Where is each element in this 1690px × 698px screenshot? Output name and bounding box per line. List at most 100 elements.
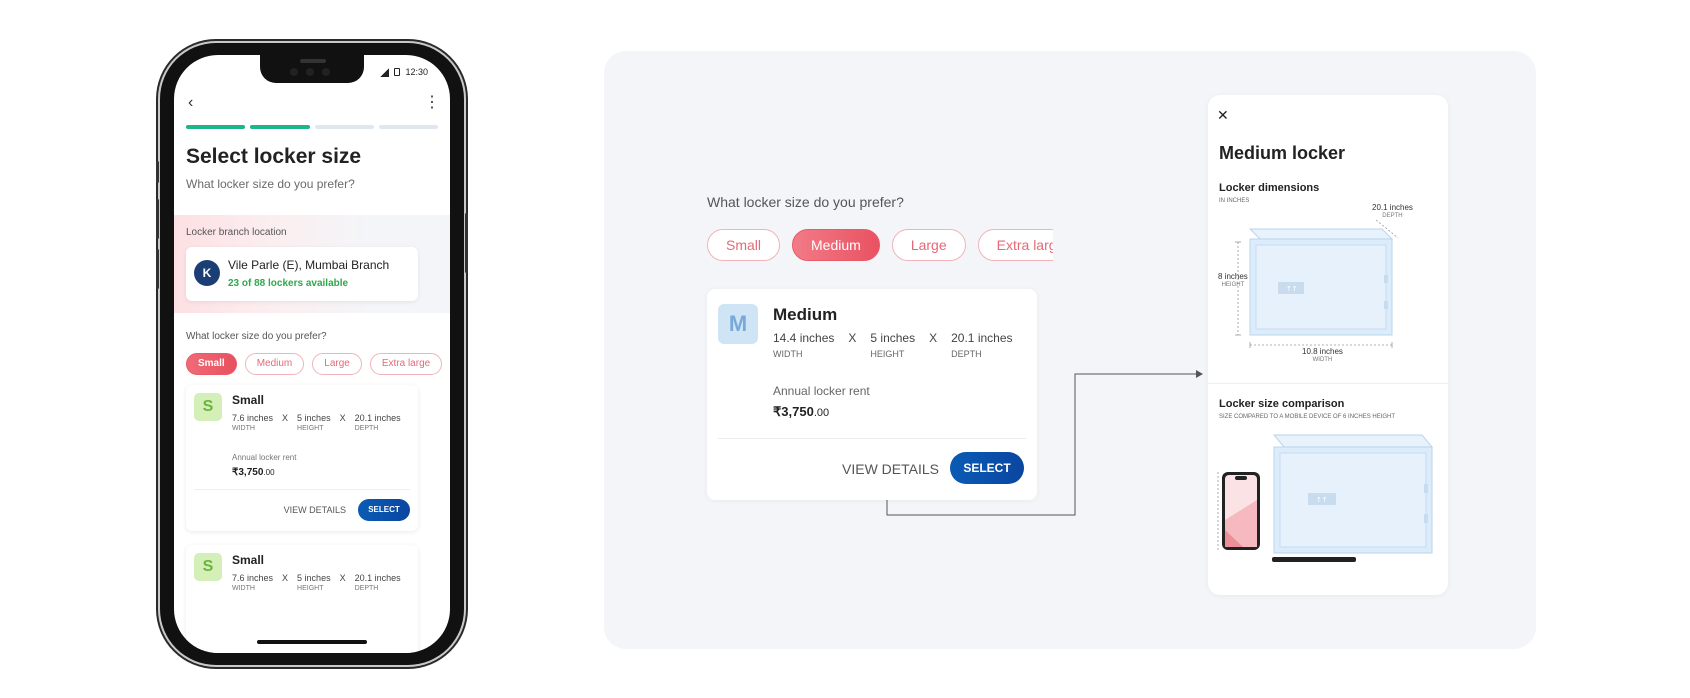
status-time: 12:30 xyxy=(405,67,428,77)
progress-step xyxy=(250,125,310,129)
chip-small[interactable]: Small xyxy=(186,353,237,375)
locker-name: Small xyxy=(232,393,265,407)
times-sign: X xyxy=(339,573,346,583)
width-annotation-value: 10.8 inches xyxy=(1302,347,1343,356)
chip-large[interactable]: Large xyxy=(312,353,362,375)
locker-card: S Small 7.6 inches WIDTH X 5 inches HEIGHT… xyxy=(186,545,418,653)
depth-value: 20.1 inches xyxy=(354,413,401,423)
depth-annotation-value: 20.1 inches xyxy=(1372,203,1413,212)
select-button[interactable]: SELECT xyxy=(358,499,410,521)
size-badge: S xyxy=(194,393,222,421)
divider xyxy=(718,438,1026,439)
svg-text:↑↑: ↑↑ xyxy=(1286,285,1298,293)
status-bar: 12:30 xyxy=(380,67,428,77)
height-value: 5 inches xyxy=(297,413,331,423)
branch-label: Locker branch location xyxy=(186,227,287,238)
width-label: WIDTH xyxy=(773,349,803,359)
height-annotation: 8 inches HEIGHT xyxy=(1218,272,1248,288)
locker-card: S Small 7.6 inches WIDTH X 5 inches HEIGHT… xyxy=(186,385,418,531)
more-options-icon[interactable]: ⋮ xyxy=(422,93,442,113)
rent-decimal: .00 xyxy=(813,407,830,419)
height-label: HEIGHT xyxy=(297,585,324,592)
comparison-subheading: SIZE COMPARED TO A MOBILE DEVICE OF 6 IN… xyxy=(1219,414,1396,420)
locker-dimensions: 14.4 inches WIDTH X 5 inches HEIGHT X 20.1… xyxy=(773,331,1013,359)
back-arrow-icon[interactable]: ‹ xyxy=(188,93,208,113)
rent-amount: ₹3,750.00 xyxy=(232,467,275,478)
chip-small[interactable]: Small xyxy=(707,229,781,261)
locker-dimensions: 7.6 inches WIDTH X 5 inches HEIGHT X 20.1 … xyxy=(232,573,401,592)
progress-step xyxy=(186,125,246,129)
branch-section: Locker branch location K Vile Parle (E),… xyxy=(174,215,450,313)
times-sign: X xyxy=(848,331,857,345)
step-progress xyxy=(186,125,438,129)
width-value: 14.4 inches xyxy=(773,331,835,345)
width-annotation: 10.8 inches WIDTH xyxy=(1302,347,1343,363)
depth-value: 20.1 inches xyxy=(354,573,401,583)
chip-large[interactable]: Large xyxy=(891,229,966,261)
width-value: 7.6 inches xyxy=(232,413,274,423)
locker-name: Small xyxy=(232,553,265,567)
chip-extra-large[interactable]: Extra large xyxy=(369,353,443,375)
progress-step xyxy=(314,125,374,129)
times-sign: X xyxy=(282,573,289,583)
depth-value: 20.1 inches xyxy=(951,331,1013,345)
rent-label: Annual locker rent xyxy=(773,384,870,398)
detail-panel: What locker size do you prefer? Small Me… xyxy=(604,51,1536,649)
top-bar: ‹ ⋮ xyxy=(174,89,450,117)
view-details-button[interactable]: VIEW DETAILS xyxy=(284,505,346,515)
chip-medium[interactable]: Medium xyxy=(244,353,305,375)
width-label: WIDTH xyxy=(232,585,255,592)
phone-side-button xyxy=(156,249,159,289)
size-question: What locker size do you prefer? xyxy=(707,194,904,210)
notch xyxy=(260,55,364,83)
phone-frame: 12:30 ‹ ⋮ Select locker size What locker… xyxy=(156,43,468,665)
times-sign: X xyxy=(929,331,938,345)
branch-card[interactable]: K Vile Parle (E), Mumbai Branch 23 of 88… xyxy=(186,247,418,301)
height-annotation-value: 8 inches xyxy=(1218,272,1248,281)
dimensions-subheading: IN INCHES xyxy=(1219,198,1250,204)
depth-label: DEPTH xyxy=(354,585,379,592)
select-button[interactable]: SELECT xyxy=(950,452,1024,484)
lock-icon xyxy=(394,68,401,76)
depth-annotation-unit: DEPTH xyxy=(1382,212,1403,219)
comparison-heading: Locker size comparison xyxy=(1219,398,1345,410)
phone-side-button xyxy=(465,213,468,273)
signal-icon xyxy=(380,67,390,77)
chip-medium[interactable]: Medium xyxy=(792,229,880,261)
times-sign: X xyxy=(282,413,289,423)
size-comparison-illustration: ↑↑ xyxy=(1217,434,1434,562)
rent-main: ₹3,750 xyxy=(232,467,264,478)
phone-screen: 12:30 ‹ ⋮ Select locker size What locker… xyxy=(174,55,450,653)
times-sign: X xyxy=(339,413,346,423)
depth-annotation: 20.1 inches DEPTH xyxy=(1372,203,1413,219)
width-label: WIDTH xyxy=(232,425,255,432)
locker-card: M Medium 14.4 inches WIDTH X 5 inches HEIG… xyxy=(707,289,1037,500)
width-value: 7.6 inches xyxy=(232,573,274,583)
rent-amount: ₹3,750.00 xyxy=(773,404,829,420)
home-indicator xyxy=(257,640,367,644)
width-annotation-unit: WIDTH xyxy=(1312,356,1333,363)
height-label: HEIGHT xyxy=(870,349,905,359)
branch-name: Vile Parle (E), Mumbai Branch xyxy=(228,258,390,272)
locker-name: Medium xyxy=(773,305,838,324)
svg-text:↑↑: ↑↑ xyxy=(1316,496,1328,504)
height-annotation-unit: HEIGHT xyxy=(1221,281,1245,288)
sheet-title: Medium locker xyxy=(1219,143,1346,163)
divider xyxy=(194,489,410,490)
close-icon[interactable]: ✕ xyxy=(1217,107,1233,123)
size-chips: Small Medium Large Extra large xyxy=(707,229,1053,265)
rent-label: Annual locker rent xyxy=(232,453,297,462)
locker-details-sheet: ✕ Medium locker Locker dimensions IN INC… xyxy=(1208,95,1448,595)
view-details-button[interactable]: VIEW DETAILS xyxy=(842,461,939,477)
size-badge: M xyxy=(718,304,758,344)
size-chips: Small Medium Large Extra large xyxy=(186,353,443,375)
rent-decimal: .00 xyxy=(263,468,275,477)
size-badge: S xyxy=(194,553,222,581)
phone-side-button xyxy=(156,161,159,183)
bank-logo: K xyxy=(194,260,220,286)
size-question: What locker size do you prefer? xyxy=(186,331,327,342)
depth-label: DEPTH xyxy=(951,349,982,359)
page-title: Select locker size xyxy=(186,145,362,168)
locker-dimensions: 7.6 inches WIDTH X 5 inches HEIGHT X 20.1 … xyxy=(232,413,401,432)
chip-extra-large[interactable]: Extra large xyxy=(977,229,1053,261)
